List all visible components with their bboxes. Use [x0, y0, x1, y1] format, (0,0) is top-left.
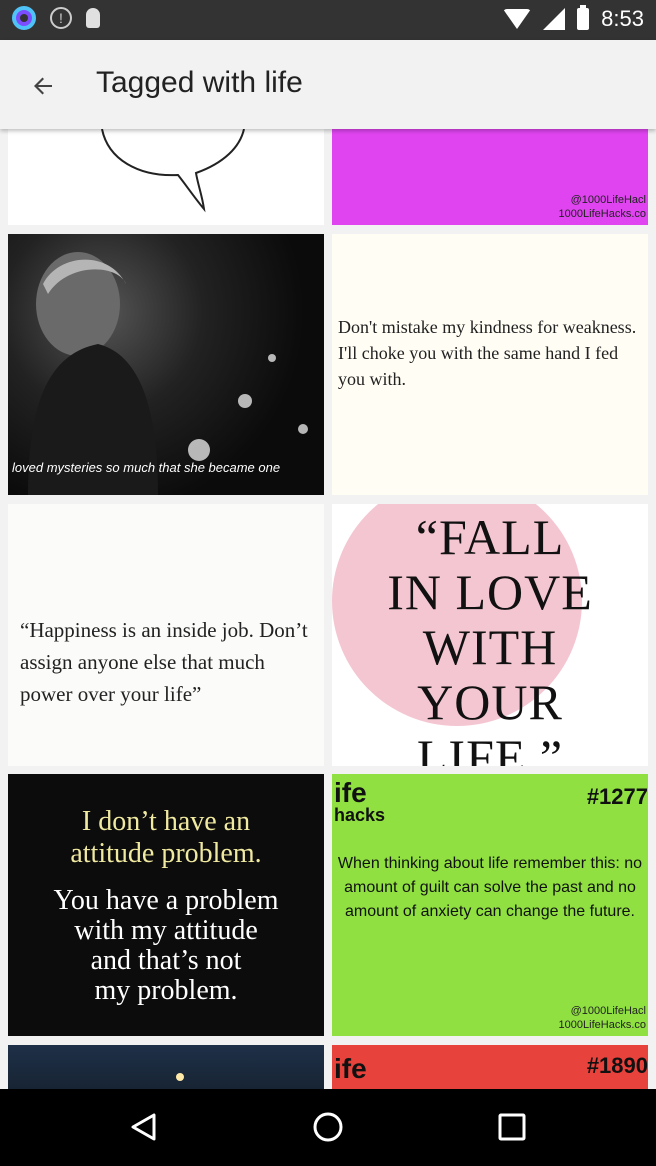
- back-button[interactable]: [22, 64, 66, 108]
- grid-image-night-scene[interactable]: [8, 1045, 324, 1089]
- info-circle-icon: !: [50, 7, 72, 29]
- image-caption: loved mysteries so much that she became …: [12, 460, 281, 475]
- quote-body: You have a problem with my attitude and …: [8, 886, 324, 1006]
- navigation-bar: [0, 1089, 656, 1166]
- quote-line: WITH: [422, 619, 558, 675]
- quote-line: I don’t have an: [81, 806, 251, 837]
- recents-square-icon: [498, 1113, 526, 1141]
- home-circle-icon: [313, 1112, 343, 1142]
- grid-image-lifehack-1890[interactable]: ife #1890: [332, 1045, 648, 1089]
- status-bar: ! 8:53: [0, 0, 656, 40]
- image-credit: @1000LifeHacl 1000LifeHacks.co: [559, 193, 646, 221]
- grid-image-speech-bubble[interactable]: [8, 129, 324, 225]
- nav-recents-button[interactable]: [492, 1107, 532, 1147]
- app-bar: Tagged with life: [0, 40, 656, 129]
- nav-back-button[interactable]: [124, 1107, 164, 1147]
- ring-icon: [12, 6, 36, 30]
- quote-text: Don't mistake my kindness for weakness. …: [338, 317, 637, 389]
- quote-line: IN LOVE: [387, 564, 593, 620]
- back-triangle-icon: [131, 1113, 156, 1141]
- bokeh-light: [268, 354, 276, 362]
- credit-site: 1000LifeHacks.co: [558, 1019, 646, 1031]
- credit-handle: @1000LifeHacl: [570, 194, 646, 206]
- grid-image-fall-in-love-quote[interactable]: “FALL IN LOVE WITH YOUR LIFE.”: [332, 504, 648, 766]
- grid-image-mystery-photo[interactable]: loved mysteries so much that she became …: [8, 234, 324, 495]
- quote-line: You have a problem: [53, 885, 279, 916]
- brand-subtext: hacks: [334, 805, 386, 825]
- image-grid: @1000LifeHacl 1000LifeHacks.co loved mys…: [0, 129, 656, 1089]
- credit-handle: @1000LifeHacl: [570, 1005, 646, 1017]
- quote-line: “FALL: [415, 509, 565, 565]
- portrait-silhouette: [28, 252, 158, 495]
- signal-icon: [543, 8, 566, 30]
- grid-image-happiness-quote[interactable]: “Happiness is an inside job. Don’t assig…: [8, 504, 324, 766]
- quote-text: “Happiness is an inside job. Don’t assig…: [20, 618, 308, 706]
- lifehack-brand: ife: [334, 1053, 367, 1084]
- bokeh-light: [188, 439, 210, 461]
- grid-image-magenta-lifehack[interactable]: @1000LifeHacl 1000LifeHacks.co: [332, 129, 648, 225]
- wifi-icon: [503, 9, 532, 29]
- page-title: Tagged with life: [96, 66, 303, 99]
- quote-line: and that’s not: [90, 945, 242, 976]
- quote-text: When thinking about life remember this: …: [337, 855, 643, 920]
- image-credit: @1000LifeHacl 1000LifeHacks.co: [559, 1004, 646, 1032]
- quote-line: my problem.: [94, 975, 238, 1006]
- quote-line: attitude problem.: [70, 838, 262, 869]
- nav-home-button[interactable]: [308, 1107, 348, 1147]
- grid-image-attitude-quote[interactable]: I don’t have an attitude problem. You ha…: [8, 774, 324, 1036]
- speech-bubble-drawing: [101, 129, 245, 213]
- lifehack-brand: ife hacks: [334, 779, 386, 826]
- battery-icon: [577, 5, 590, 30]
- bokeh-light: [298, 424, 308, 434]
- bokeh-light: [238, 394, 252, 408]
- hack-number: #1277: [586, 784, 648, 809]
- credit-site: 1000LifeHacks.co: [558, 208, 646, 220]
- quote-line: with my attitude: [74, 915, 258, 946]
- grid-image-lifehack-1277[interactable]: ife hacks #1277 When thinking about life…: [332, 774, 648, 1036]
- quote-line: LIFE.”: [416, 729, 564, 767]
- status-time: 8:53: [601, 6, 644, 31]
- quote-heading: I don’t have an attitude problem.: [8, 806, 324, 870]
- bulb-icon: [86, 8, 100, 28]
- bokeh-light: [176, 1073, 184, 1081]
- grid-image-kindness-quote[interactable]: Don't mistake my kindness for weakness. …: [332, 234, 648, 495]
- hack-number: #1890: [586, 1053, 648, 1078]
- quote-text: “FALL IN LOVE WITH YOUR LIFE.”: [332, 509, 648, 767]
- quote-line: YOUR: [417, 674, 563, 730]
- arrow-left-icon: [34, 77, 52, 95]
